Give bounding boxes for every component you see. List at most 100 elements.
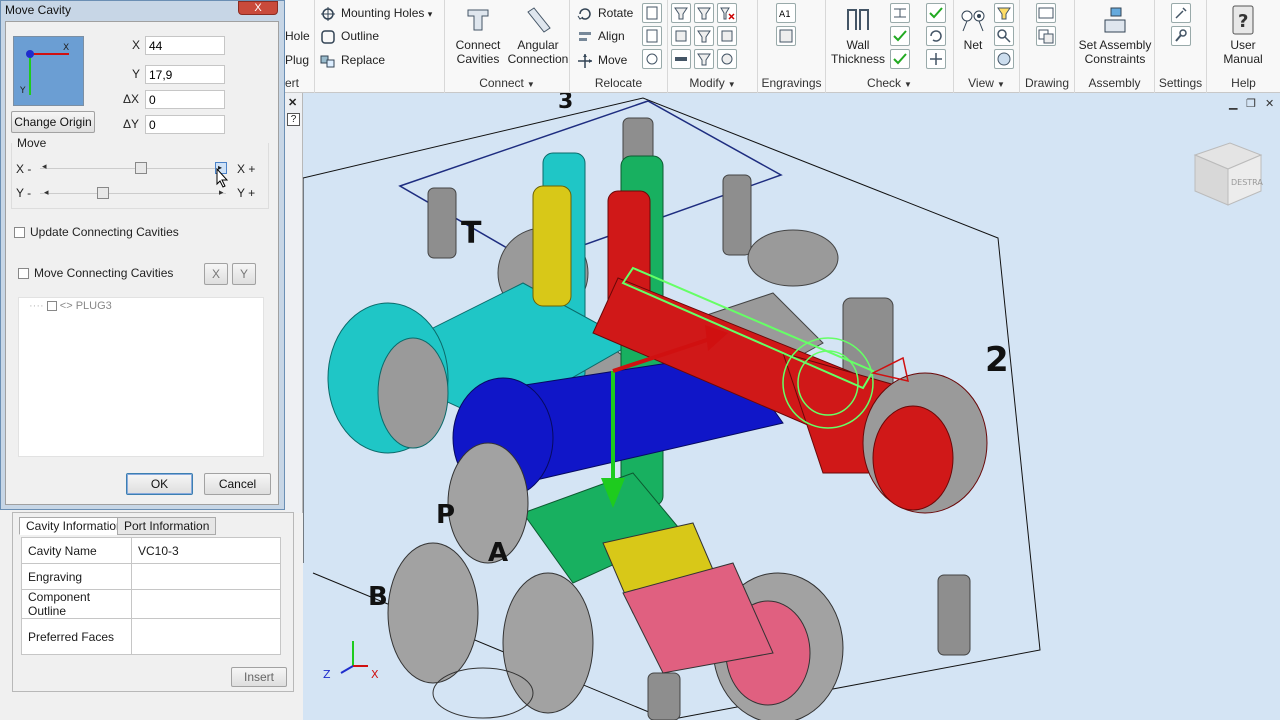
y-plus-label: Y + <box>237 186 256 200</box>
engraving-text-button[interactable]: A1 <box>776 3 796 23</box>
tree-item-checkbox[interactable] <box>46 301 57 312</box>
update-connecting-checkbox[interactable] <box>14 227 25 238</box>
property-name: Cavity Name <box>21 537 132 564</box>
settings-group-label: Settings <box>1158 76 1203 90</box>
dx-input[interactable] <box>145 90 225 109</box>
chevron-left-icon[interactable]: ◂ <box>42 161 47 172</box>
modify-group-label[interactable]: Modify ▼ <box>668 75 757 91</box>
tree-item[interactable]: ···· <> PLUG3 <box>29 300 112 312</box>
engraving-icon: A1 <box>779 10 791 20</box>
check-tool-6[interactable] <box>926 49 946 69</box>
replace-button[interactable]: Replace <box>320 49 385 71</box>
relocate-tool-2[interactable] <box>642 26 662 46</box>
cancel-button[interactable]: Cancel <box>204 473 271 495</box>
chevron-right-icon[interactable]: ▸ <box>219 187 224 198</box>
help-icon[interactable]: ? <box>287 113 300 126</box>
property-value[interactable]: VC10-3 <box>131 537 281 564</box>
move-cavity-dialog: Move Cavity X X Y X Y ΔX ΔY Change Origi… <box>0 0 285 510</box>
refresh-icon <box>930 30 942 42</box>
y-slider-track[interactable] <box>40 193 226 194</box>
check-tool-1[interactable] <box>890 3 910 23</box>
plug-button[interactable]: Plug <box>285 49 309 71</box>
y-input[interactable] <box>145 65 225 84</box>
angular-connection-button[interactable]: Angular Connection <box>507 4 569 66</box>
set-assembly-constraints-button[interactable]: Set Assembly Constraints <box>1077 4 1153 66</box>
modify-tool-2[interactable] <box>694 3 714 23</box>
outline-button[interactable]: Outline <box>320 25 379 47</box>
tab-port-information[interactable]: Port Information <box>117 517 217 535</box>
axis-y-button[interactable]: Y <box>232 263 256 285</box>
wall-thickness-button[interactable]: Wall Thickness <box>828 4 888 66</box>
check-tool-3[interactable] <box>890 49 910 69</box>
check-tool-4[interactable] <box>926 3 946 23</box>
cavity-icon <box>646 6 658 20</box>
view-tool-1[interactable] <box>994 3 1014 23</box>
ribbon-group-insert: Hole Plug ert <box>285 0 315 93</box>
relocate-tool-3[interactable] <box>642 49 662 69</box>
insert-button[interactable]: Insert <box>231 667 287 687</box>
dx-label: ΔX <box>123 92 140 106</box>
modify-tool-8[interactable] <box>694 49 714 69</box>
move-connecting-checkbox[interactable] <box>18 268 29 279</box>
modify-tool-1[interactable] <box>671 3 691 23</box>
axis-x-button[interactable]: X <box>204 263 228 285</box>
angular-connection-icon <box>527 7 551 33</box>
close-icon[interactable]: ✕ <box>288 96 297 109</box>
connecting-cavities-tree[interactable]: ···· <> PLUG3 <box>18 297 264 457</box>
dialog-close-button[interactable]: X <box>238 1 278 15</box>
view-group-label[interactable]: View ▼ <box>954 75 1019 91</box>
modify-tool-6[interactable] <box>717 26 737 46</box>
view-tool-3[interactable] <box>994 49 1014 69</box>
modify-tool-3[interactable] <box>717 3 737 23</box>
connect-cavities-label: Connect Cavities <box>455 38 501 66</box>
3d-viewport[interactable]: ▁ ❐ ✕ T P A B 2 3 DESTRA Z X <box>303 93 1280 720</box>
panel-strip: ✕ ? <box>285 93 303 513</box>
x-slider-thumb[interactable] <box>134 162 147 174</box>
mounting-holes-button[interactable]: Mounting Holes ▾ <box>320 2 432 24</box>
x-slider-track[interactable] <box>40 168 226 169</box>
check-tool-5[interactable] <box>926 26 946 46</box>
checkmark-icon <box>893 53 907 65</box>
ok-button[interactable]: OK <box>126 473 193 495</box>
rotate-button[interactable]: Rotate <box>577 2 633 24</box>
settings-tool-1[interactable] <box>1171 3 1191 23</box>
modify-tool-9[interactable] <box>717 49 737 69</box>
move-button[interactable]: Move <box>577 49 627 71</box>
check-group-label[interactable]: Check ▼ <box>826 75 953 91</box>
align-button[interactable]: Align <box>577 25 625 47</box>
chevron-left-icon[interactable]: ◂ <box>44 187 49 198</box>
chevron-down-icon: ▼ <box>526 80 535 89</box>
remove-cavity-icon <box>720 7 735 20</box>
connect-group-label[interactable]: Connect ▼ <box>445 75 569 91</box>
property-value[interactable] <box>131 589 281 619</box>
modify-tool-5[interactable] <box>694 26 714 46</box>
engraving-edit-button[interactable] <box>776 26 796 46</box>
relocate-tool-1[interactable] <box>642 3 662 23</box>
x-input[interactable] <box>145 36 225 55</box>
drawing-create-button[interactable] <box>1036 26 1056 46</box>
move-label: Move <box>598 53 628 67</box>
hole-button[interactable]: Hole <box>285 25 310 47</box>
chevron-down-icon: ▼ <box>904 80 912 89</box>
x-minus-label: X - <box>16 162 32 176</box>
dy-input[interactable] <box>145 115 225 134</box>
property-value[interactable] <box>131 618 281 655</box>
checkmark-icon <box>893 30 907 42</box>
view-cube[interactable]: DESTRA <box>1193 142 1263 206</box>
drawing-scale-button[interactable] <box>1036 3 1056 23</box>
modify-tool-7[interactable] <box>671 49 691 69</box>
property-value[interactable] <box>131 563 281 590</box>
cavity-icon <box>721 30 733 42</box>
change-origin-button[interactable]: Change Origin <box>11 111 95 133</box>
manifold-model[interactable]: T P A B 2 3 DESTRA Z X <box>303 93 1280 720</box>
connect-cavities-button[interactable]: Connect Cavities <box>449 4 507 66</box>
tab-cavity-information[interactable]: Cavity Information <box>19 517 130 535</box>
modify-tool-4[interactable] <box>671 26 691 46</box>
user-manual-button[interactable]: ? User Manual <box>1211 4 1275 66</box>
tree-connector: ···· <box>29 300 44 312</box>
view-tool-2[interactable] <box>994 26 1014 46</box>
settings-tool-2[interactable] <box>1171 26 1191 46</box>
net-button[interactable]: Net <box>956 4 990 52</box>
check-tool-2[interactable] <box>890 26 910 46</box>
y-slider-thumb[interactable] <box>97 187 109 199</box>
